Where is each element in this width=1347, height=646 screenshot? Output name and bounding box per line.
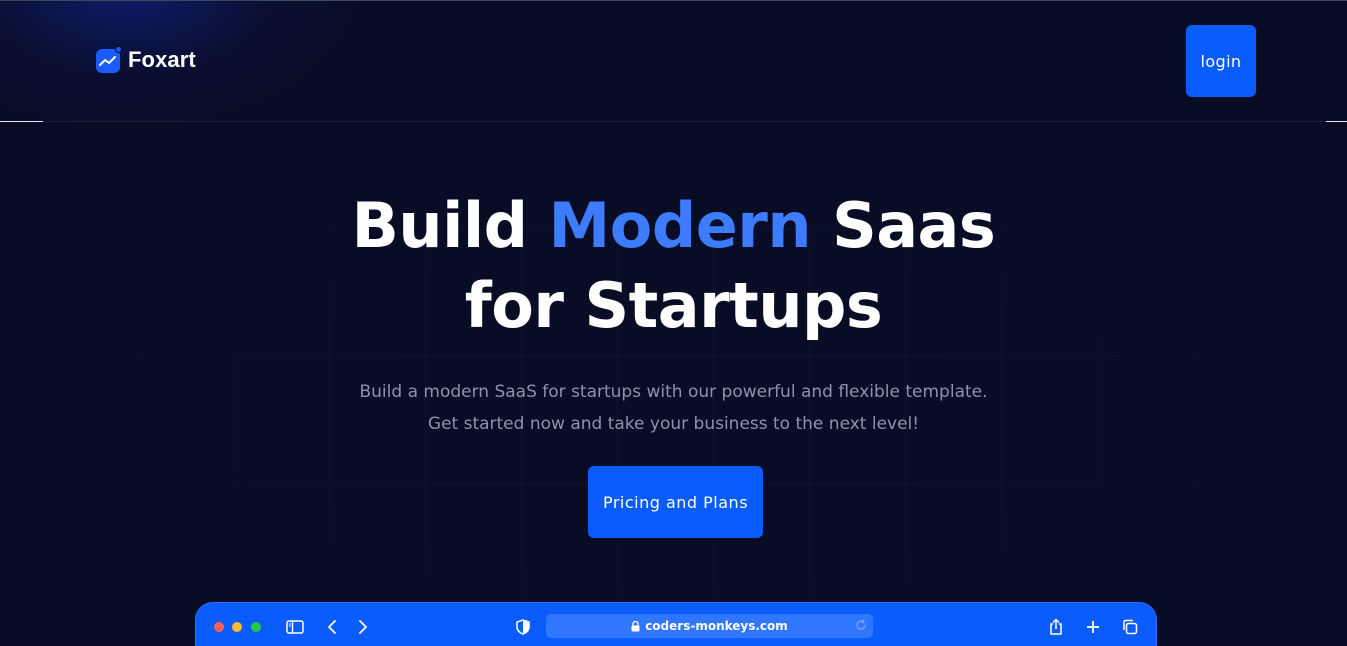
header-divider-right-accent: [1326, 121, 1347, 122]
header-divider-left-accent: [0, 121, 43, 122]
close-dot-icon: [214, 622, 224, 632]
hero-title-accent: Modern: [548, 189, 812, 262]
hero-title-line2: for Startups: [464, 269, 883, 342]
tabs-icon[interactable]: [1119, 616, 1141, 638]
hero-title: Build Modern Saas for Startups: [0, 186, 1347, 346]
chart-logo-icon: [96, 46, 122, 73]
lock-icon: [631, 620, 640, 631]
maximize-dot-icon: [251, 622, 261, 632]
top-border: [0, 0, 1347, 1]
login-button[interactable]: login: [1186, 25, 1256, 97]
shield-icon[interactable]: [512, 616, 534, 638]
hero-subtitle: Build a modern SaaS for startups with ou…: [0, 376, 1347, 440]
hero-title-part2: Saas: [810, 189, 996, 262]
brand-logo[interactable]: Foxart: [96, 46, 196, 73]
address-url: coders-monkeys.com: [645, 619, 788, 633]
header-divider: [0, 121, 1347, 122]
pricing-plans-button[interactable]: Pricing and Plans: [588, 466, 763, 538]
new-tab-icon[interactable]: [1082, 616, 1104, 638]
reload-icon[interactable]: [855, 619, 867, 631]
hero-title-part1: Build: [351, 189, 549, 262]
forward-icon[interactable]: [352, 616, 374, 638]
back-icon[interactable]: [321, 616, 343, 638]
landing-page: Foxart login Build Modern Saas for Start…: [0, 0, 1347, 646]
sidebar-icon[interactable]: [284, 616, 306, 638]
hero-subtitle-line1: Build a modern SaaS for startups with ou…: [359, 382, 988, 402]
minimize-dot-icon: [232, 622, 242, 632]
address-bar[interactable]: coders-monkeys.com: [546, 614, 873, 638]
brand-name: Foxart: [128, 47, 196, 72]
browser-mockup: coders-monkeys.com: [195, 602, 1157, 646]
share-icon[interactable]: [1045, 616, 1067, 638]
hero-subtitle-line2: Get started now and take your business t…: [427, 414, 920, 434]
